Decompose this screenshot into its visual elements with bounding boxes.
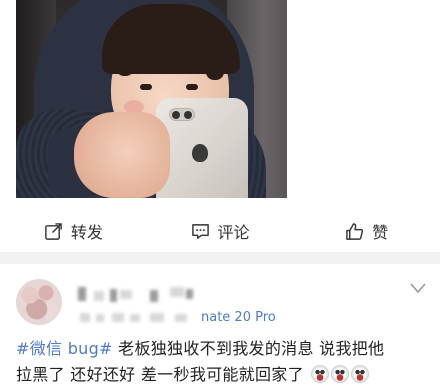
username-redacted [120, 290, 132, 299]
hair-bang [166, 36, 184, 66]
repost-label: 转发 [70, 223, 103, 242]
laughing-cry-emoji-icon [331, 365, 350, 383]
post-image[interactable] [16, 0, 287, 198]
username-redacted [110, 289, 117, 302]
thumbs-up-icon [346, 222, 364, 240]
timestamp-redacted [80, 313, 90, 322]
timestamp-redacted [130, 314, 140, 322]
hashtag-link[interactable]: #微信 bug# [16, 339, 113, 358]
hair-bang [206, 36, 224, 80]
eye [140, 84, 152, 90]
comment-icon [191, 223, 209, 239]
hair-bang [116, 36, 134, 76]
username-redacted [94, 291, 104, 301]
eye [186, 84, 198, 90]
timestamp-redacted [96, 314, 104, 322]
laughing-cry-emoji-icon [351, 365, 370, 383]
chevron-down-icon[interactable] [410, 282, 426, 294]
comment-body: #微信 bug# 老板独独收不到我发的消息 说我把他 拉黑了 还好还好 差一秒我… [16, 336, 436, 386]
child-hand [74, 112, 170, 198]
post-action-bar: 转发 评论 赞 [0, 210, 440, 252]
comment-label: 评论 [217, 223, 250, 242]
device-source: nate 20 Pro [201, 310, 276, 325]
apple-logo-icon [192, 144, 208, 162]
username-redacted [170, 287, 184, 297]
comment-line-2: 拉黑了 还好还好 差一秒我可能就回家了 [16, 365, 304, 384]
timestamp-redacted [175, 314, 187, 322]
like-button[interactable]: 赞 [293, 210, 440, 252]
username-redacted [150, 290, 158, 302]
section-divider [0, 252, 440, 264]
repost-button[interactable]: 转发 [0, 210, 147, 252]
repost-icon [45, 222, 62, 240]
phone-camera [169, 108, 195, 121]
timestamp-redacted [112, 313, 124, 322]
commenter-avatar[interactable] [16, 279, 62, 325]
timestamp-redacted [150, 313, 164, 322]
comment-line-1: 老板独独收不到我发的消息 说我把他 [112, 339, 385, 358]
username-redacted [186, 289, 193, 299]
laughing-cry-emoji-icon [311, 365, 330, 383]
like-label: 赞 [372, 223, 389, 242]
username-redacted [78, 287, 86, 301]
comment-button[interactable]: 评论 [147, 210, 294, 252]
